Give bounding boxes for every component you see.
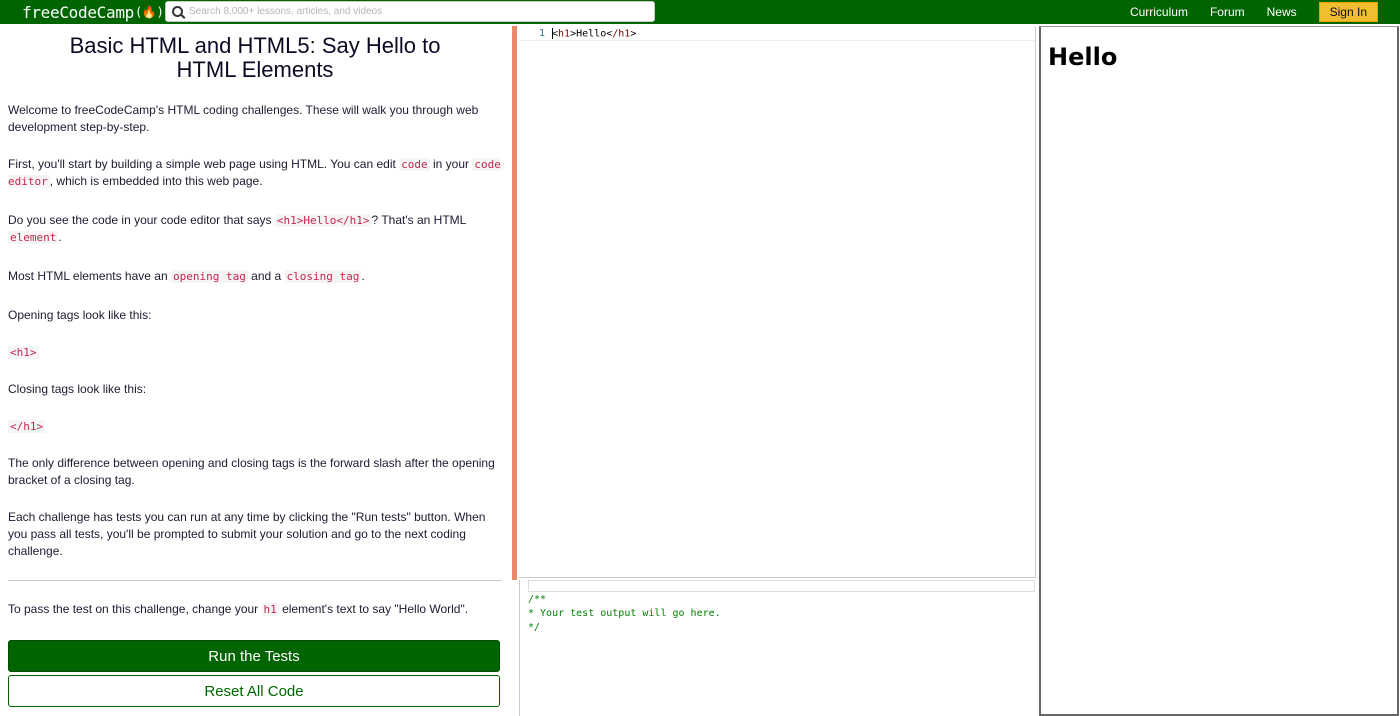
nav-link-curriculum[interactable]: Curriculum	[1130, 5, 1188, 19]
search-bar[interactable]	[165, 1, 655, 22]
inline-code: code	[399, 158, 430, 171]
paragraph-difference: The only difference between opening and …	[8, 456, 495, 487]
text: First, you'll start by building a simple…	[8, 157, 400, 171]
inline-code: <h1>	[8, 346, 39, 359]
pane-resize-handle[interactable]	[512, 26, 517, 580]
nav-link-news[interactable]: News	[1267, 5, 1297, 19]
paragraph-element: Do you see the code in your code editor …	[8, 212, 502, 246]
text: .	[58, 230, 62, 244]
challenge-title: Basic HTML and HTML5: Say Hello to HTML …	[69, 33, 441, 82]
text: .	[361, 269, 365, 283]
code-tag-open: h1	[558, 28, 571, 40]
inline-code: opening tag	[170, 270, 248, 283]
paragraph-closing: Closing tags look like this:	[8, 382, 147, 396]
inline-code: closing tag	[284, 270, 362, 283]
paragraph-run-tests: Each challenge has tests you can run at …	[8, 510, 486, 558]
editor-line[interactable]: 1 <h1>Hello</h1>	[519, 27, 1035, 41]
inline-code: </h1>	[8, 420, 46, 433]
preview-pane[interactable]: Hello	[1039, 26, 1399, 716]
code-text: Hello	[576, 28, 607, 40]
sign-in-button[interactable]: Sign In	[1318, 2, 1378, 22]
task-paragraph: To pass the test on this challenge, chan…	[8, 601, 502, 618]
preview-heading: Hello	[1048, 43, 1118, 71]
top-navbar: freeCodeCamp(🔥) Curriculum Forum News Si…	[0, 0, 1400, 24]
flame-icon: (🔥)	[135, 5, 164, 19]
paragraph-tags: Most HTML elements have an opening tag a…	[8, 268, 502, 285]
text: Do you see the code in your code editor …	[8, 213, 275, 227]
text: Most HTML elements have an	[8, 269, 171, 283]
nav-link-forum[interactable]: Forum	[1210, 5, 1245, 19]
test-output: /** * Your test output will go here. */	[528, 594, 721, 633]
search-icon	[172, 6, 183, 17]
search-input[interactable]	[189, 6, 649, 17]
intro-paragraph: Welcome to freeCodeCamp's HTML coding ch…	[8, 103, 479, 134]
nav-links: Curriculum Forum News Sign In	[1130, 0, 1400, 24]
text-cursor	[552, 27, 553, 39]
line-number: 1	[538, 28, 545, 39]
code-line[interactable]: <h1>Hello</h1>	[552, 27, 636, 40]
logo-text: freeCodeCamp	[22, 2, 134, 22]
text: To pass the test on this challenge, chan…	[8, 602, 262, 616]
code-tag-close: /h1	[612, 28, 631, 40]
text: , which is embedded into this web page.	[49, 174, 263, 188]
instructions-pane[interactable]: Basic HTML and HTML5: Say Hello to HTML …	[0, 26, 510, 716]
reset-code-button[interactable]: Reset All Code	[8, 675, 500, 707]
opening-tag-example: <h1>	[8, 344, 502, 361]
run-tests-button[interactable]: Run the Tests	[8, 640, 500, 672]
code-editor[interactable]: 1 <h1>Hello</h1>	[519, 26, 1036, 578]
closing-tag-example: </h1>	[8, 418, 502, 435]
inline-code: element	[8, 231, 59, 244]
output-header	[528, 580, 1035, 592]
paragraph-opening: Opening tags look like this:	[8, 308, 152, 322]
text: and a	[247, 269, 285, 283]
inline-code: <h1>Hello</h1>	[274, 214, 372, 227]
paragraph-editor: First, you'll start by building a simple…	[8, 156, 502, 190]
text: ? That's an HTML	[371, 213, 466, 227]
freecodecamp-logo[interactable]: freeCodeCamp (🔥)	[22, 3, 165, 22]
text: element's text to say "Hello World".	[278, 602, 469, 616]
text: in your	[429, 157, 473, 171]
divider	[8, 580, 502, 581]
inline-code: h1	[261, 603, 279, 616]
